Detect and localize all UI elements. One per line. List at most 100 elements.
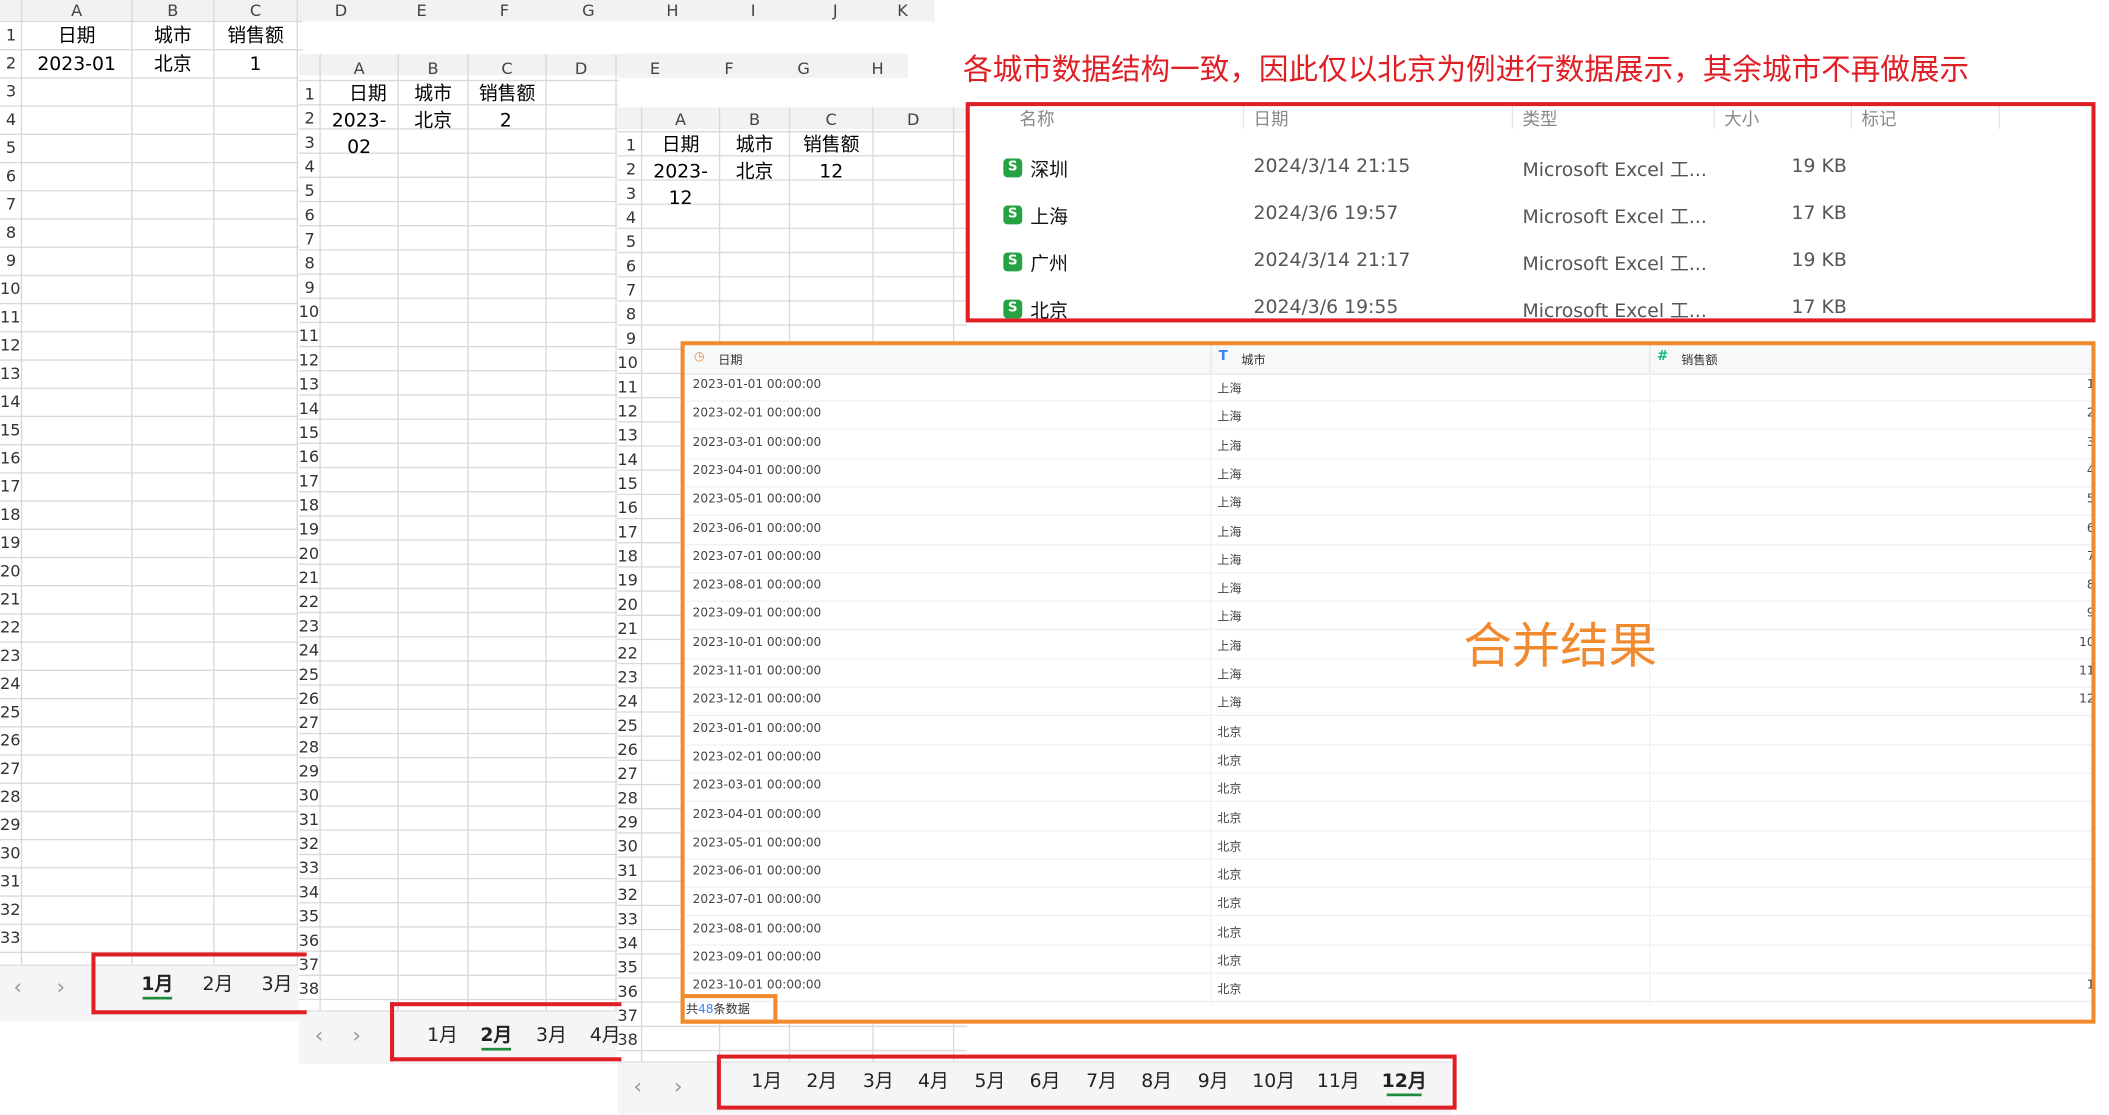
row-number: 12 <box>617 401 638 421</box>
row-number: 17 <box>0 476 21 496</box>
sheet-1-prev-icon[interactable]: ‹ <box>13 967 22 1007</box>
row-number: 8 <box>625 304 637 324</box>
row-number: 12 <box>0 335 21 355</box>
row-number: 33 <box>617 909 638 929</box>
column-header[interactable]: C <box>468 58 546 79</box>
row-number: 26 <box>298 689 320 708</box>
sheet-3-next-icon[interactable]: › <box>674 1067 683 1107</box>
sheet-3-cell-sales[interactable]: 12 <box>790 159 873 186</box>
row-number: 5 <box>5 138 17 158</box>
sheet-1-header-date[interactable]: 日期 <box>22 23 132 50</box>
row-number: 36 <box>617 982 638 1001</box>
column-header[interactable]: H <box>632 0 713 21</box>
row-number: 11 <box>617 377 638 397</box>
row-number: 4 <box>304 157 315 176</box>
column-header[interactable]: E <box>379 0 464 21</box>
row-number: 8 <box>304 253 315 273</box>
row-number: 6 <box>625 256 637 276</box>
sheet-1-cell-city[interactable]: 北京 <box>132 51 214 78</box>
row-number: 2 <box>625 159 637 179</box>
sheet-3-header-sales[interactable]: 销售额 <box>790 132 873 159</box>
row-number: 14 <box>617 450 638 469</box>
column-header[interactable]: I <box>713 0 794 21</box>
row-number: 25 <box>617 716 638 735</box>
sheet-2-cell-sales[interactable]: 2 <box>468 107 543 134</box>
row-number: 34 <box>617 933 638 953</box>
row-number: 2 <box>5 53 17 73</box>
sheet-1-header-city[interactable]: 城市 <box>132 23 214 50</box>
row-number: 32 <box>298 834 320 854</box>
sheet-3-header-date[interactable]: 日期 <box>642 132 720 159</box>
row-number: 23 <box>0 646 21 665</box>
sheet-2-header-city[interactable]: 城市 <box>398 81 468 108</box>
column-header[interactable]: J <box>794 0 877 21</box>
column-header[interactable]: H <box>841 58 915 79</box>
sheet-2-next-icon[interactable]: › <box>352 1016 361 1056</box>
column-header[interactable]: F <box>464 0 545 21</box>
row-number: 16 <box>298 447 320 467</box>
column-header[interactable]: E <box>619 58 692 79</box>
sheet-1-next-icon[interactable]: › <box>56 967 65 1007</box>
row-number: 20 <box>617 595 638 614</box>
column-header[interactable]: K <box>877 0 928 21</box>
column-header[interactable]: B <box>398 58 468 79</box>
column-header[interactable]: D <box>546 58 616 79</box>
row-number: 2 <box>304 108 315 128</box>
sheet-1-cell-date[interactable]: 2023-01 <box>22 51 132 78</box>
row-number: 4 <box>5 110 17 129</box>
sheet-3-tabs-highlight <box>716 1054 1457 1110</box>
row-number: 3 <box>625 184 637 203</box>
sheet-2-tabs-highlight <box>390 1002 622 1062</box>
sheet-3-prev-icon[interactable]: ‹ <box>633 1067 642 1107</box>
row-number: 11 <box>298 326 320 346</box>
column-header[interactable]: A <box>22 0 132 21</box>
column-header[interactable]: C <box>790 109 873 130</box>
row-number: 29 <box>617 812 638 832</box>
row-number: 18 <box>0 505 21 524</box>
column-header[interactable]: D <box>873 109 954 130</box>
sheet-2-cell-city[interactable]: 北京 <box>398 107 468 134</box>
sheet-1: ABC 1 2 3 4 5 6 7 8 9 10 11 12 13 14 15 16 17 18 19 20 21 22 2… <box>0 0 303 1021</box>
row-number: 16 <box>617 498 638 518</box>
sheet-2-prev-icon[interactable]: ‹ <box>315 1016 324 1056</box>
sheet-2-header-sales[interactable]: 销售额 <box>468 81 546 108</box>
sheet-3-header-city[interactable]: 城市 <box>720 132 790 159</box>
row-number: 18 <box>298 495 320 515</box>
sheet-3-cell-date[interactable]: 2023-12 <box>642 159 720 213</box>
record-count-highlight <box>680 994 778 1024</box>
row-number: 1 <box>625 135 637 155</box>
row-number: 6 <box>5 166 17 186</box>
row-number: 11 <box>0 307 21 327</box>
sheet-1-header-sales[interactable]: 销售额 <box>214 23 297 50</box>
row-number: 9 <box>5 251 17 271</box>
sheet-2: ABCD 1 2 3 4 5 6 7 8 9 10 11 12 13 14 15 16 17 18 19 20 21 22… <box>298 53 619 1064</box>
row-number: 17 <box>298 471 320 491</box>
column-header[interactable]: D <box>303 0 380 21</box>
sheet-1-tabs-highlight <box>91 952 307 1015</box>
column-header[interactable]: B <box>132 0 214 21</box>
row-number: 26 <box>617 740 638 760</box>
column-header[interactable]: G <box>767 58 841 79</box>
row-number: 28 <box>0 787 21 807</box>
row-number: 32 <box>0 900 21 919</box>
column-header[interactable]: F <box>691 58 766 79</box>
sheet-3-cell-city[interactable]: 北京 <box>720 159 790 186</box>
row-number: 30 <box>0 843 21 863</box>
column-header[interactable]: A <box>642 109 720 130</box>
row-number: 17 <box>617 522 638 542</box>
row-number: 33 <box>298 858 320 878</box>
row-number: 27 <box>617 764 638 784</box>
row-number: 15 <box>298 423 320 442</box>
column-header[interactable]: B <box>720 109 790 130</box>
row-number: 28 <box>617 788 638 808</box>
column-header[interactable]: G <box>545 0 632 21</box>
column-header[interactable]: C <box>214 0 297 21</box>
row-number: 21 <box>298 568 320 588</box>
sheet-1-cell-sales[interactable]: 1 <box>214 51 297 78</box>
column-header[interactable]: A <box>320 58 398 79</box>
sheet-2-cell-date[interactable]: 2023-02 <box>320 107 398 161</box>
annotation-title: 各城市数据结构一致，因此仅以北京为例进行数据展示，其余城市不再做展示 <box>963 53 1970 88</box>
row-number: 27 <box>298 713 320 733</box>
row-number: 29 <box>298 761 320 781</box>
row-number: 35 <box>617 957 638 977</box>
